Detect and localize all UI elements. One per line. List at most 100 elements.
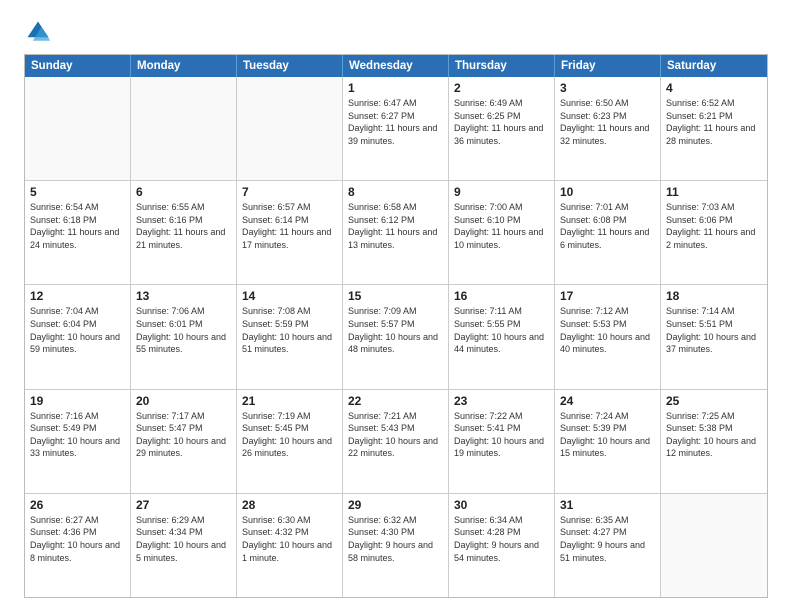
day-number: 9 (454, 185, 549, 199)
empty-cell (25, 77, 131, 180)
page: SundayMondayTuesdayWednesdayThursdayFrid… (0, 0, 792, 612)
day-info: Sunrise: 6:29 AM Sunset: 4:34 PM Dayligh… (136, 514, 231, 564)
day-number: 26 (30, 498, 125, 512)
day-info: Sunrise: 7:04 AM Sunset: 6:04 PM Dayligh… (30, 305, 125, 355)
day-info: Sunrise: 7:12 AM Sunset: 5:53 PM Dayligh… (560, 305, 655, 355)
logo (24, 18, 56, 46)
calendar-week-1: 1Sunrise: 6:47 AM Sunset: 6:27 PM Daylig… (25, 77, 767, 181)
day-number: 29 (348, 498, 443, 512)
day-info: Sunrise: 6:30 AM Sunset: 4:32 PM Dayligh… (242, 514, 337, 564)
day-info: Sunrise: 6:32 AM Sunset: 4:30 PM Dayligh… (348, 514, 443, 564)
day-cell-20: 20 Sunrise: 7:17 AM Sunset: 5:47 PM Dayli… (131, 390, 237, 493)
day-info: Sunrise: 7:00 AM Sunset: 6:10 PM Dayligh… (454, 201, 549, 251)
day-info: Sunrise: 7:25 AM Sunset: 5:38 PM Dayligh… (666, 410, 762, 460)
day-info: Sunrise: 7:01 AM Sunset: 6:08 PM Dayligh… (560, 201, 655, 251)
day-info: Sunrise: 6:58 AM Sunset: 6:12 PM Dayligh… (348, 201, 443, 251)
day-info: Sunrise: 7:19 AM Sunset: 5:45 PM Dayligh… (242, 410, 337, 460)
day-number: 30 (454, 498, 549, 512)
calendar-week-4: 19Sunrise: 7:16 AM Sunset: 5:49 PM Dayli… (25, 390, 767, 494)
day-cell-7: 7 Sunrise: 6:57 AM Sunset: 6:14 PM Daylig… (237, 181, 343, 284)
day-number: 18 (666, 289, 762, 303)
day-cell-6: 6 Sunrise: 6:55 AM Sunset: 6:16 PM Daylig… (131, 181, 237, 284)
calendar-body: 1Sunrise: 6:47 AM Sunset: 6:27 PM Daylig… (25, 77, 767, 597)
header-cell-sunday: Sunday (25, 55, 131, 77)
day-info: Sunrise: 6:52 AM Sunset: 6:21 PM Dayligh… (666, 97, 762, 147)
day-info: Sunrise: 7:08 AM Sunset: 5:59 PM Dayligh… (242, 305, 337, 355)
day-cell-19: 19Sunrise: 7:16 AM Sunset: 5:49 PM Dayli… (25, 390, 131, 493)
day-info: Sunrise: 7:17 AM Sunset: 5:47 PM Dayligh… (136, 410, 231, 460)
day-number: 15 (348, 289, 443, 303)
header-cell-wednesday: Wednesday (343, 55, 449, 77)
day-info: Sunrise: 6:54 AM Sunset: 6:18 PM Dayligh… (30, 201, 125, 251)
day-cell-26: 26Sunrise: 6:27 AM Sunset: 4:36 PM Dayli… (25, 494, 131, 597)
day-info: Sunrise: 7:11 AM Sunset: 5:55 PM Dayligh… (454, 305, 549, 355)
day-info: Sunrise: 6:49 AM Sunset: 6:25 PM Dayligh… (454, 97, 549, 147)
day-cell-24: 24 Sunrise: 7:24 AM Sunset: 5:39 PM Dayli… (555, 390, 661, 493)
day-number: 22 (348, 394, 443, 408)
day-number: 28 (242, 498, 337, 512)
calendar-header: SundayMondayTuesdayWednesdayThursdayFrid… (25, 55, 767, 77)
day-cell-17: 17Sunrise: 7:12 AM Sunset: 5:53 PM Dayli… (555, 285, 661, 388)
header-cell-monday: Monday (131, 55, 237, 77)
day-cell-13: 13 Sunrise: 7:06 AM Sunset: 6:01 PM Dayli… (131, 285, 237, 388)
day-cell-27: 27 Sunrise: 6:29 AM Sunset: 4:34 PM Dayli… (131, 494, 237, 597)
day-number: 7 (242, 185, 337, 199)
header-cell-friday: Friday (555, 55, 661, 77)
calendar-week-2: 5 Sunrise: 6:54 AM Sunset: 6:18 PM Daylig… (25, 181, 767, 285)
day-number: 23 (454, 394, 549, 408)
day-info: Sunrise: 6:34 AM Sunset: 4:28 PM Dayligh… (454, 514, 549, 564)
empty-cell (661, 494, 767, 597)
day-number: 10 (560, 185, 655, 199)
day-info: Sunrise: 6:35 AM Sunset: 4:27 PM Dayligh… (560, 514, 655, 564)
day-number: 16 (454, 289, 549, 303)
day-cell-10: 10 Sunrise: 7:01 AM Sunset: 6:08 PM Dayli… (555, 181, 661, 284)
day-cell-14: 14 Sunrise: 7:08 AM Sunset: 5:59 PM Dayli… (237, 285, 343, 388)
day-number: 24 (560, 394, 655, 408)
day-info: Sunrise: 7:06 AM Sunset: 6:01 PM Dayligh… (136, 305, 231, 355)
day-info: Sunrise: 6:57 AM Sunset: 6:14 PM Dayligh… (242, 201, 337, 251)
day-number: 13 (136, 289, 231, 303)
day-number: 25 (666, 394, 762, 408)
empty-cell (237, 77, 343, 180)
day-number: 6 (136, 185, 231, 199)
day-cell-29: 29 Sunrise: 6:32 AM Sunset: 4:30 PM Dayli… (343, 494, 449, 597)
day-cell-9: 9 Sunrise: 7:00 AM Sunset: 6:10 PM Daylig… (449, 181, 555, 284)
day-info: Sunrise: 6:50 AM Sunset: 6:23 PM Dayligh… (560, 97, 655, 147)
day-cell-11: 11Sunrise: 7:03 AM Sunset: 6:06 PM Dayli… (661, 181, 767, 284)
day-cell-28: 28 Sunrise: 6:30 AM Sunset: 4:32 PM Dayli… (237, 494, 343, 597)
day-number: 12 (30, 289, 125, 303)
header-cell-tuesday: Tuesday (237, 55, 343, 77)
day-cell-21: 21 Sunrise: 7:19 AM Sunset: 5:45 PM Dayli… (237, 390, 343, 493)
day-number: 1 (348, 81, 443, 95)
day-info: Sunrise: 7:09 AM Sunset: 5:57 PM Dayligh… (348, 305, 443, 355)
day-cell-31: 31Sunrise: 6:35 AM Sunset: 4:27 PM Dayli… (555, 494, 661, 597)
day-info: Sunrise: 6:55 AM Sunset: 6:16 PM Dayligh… (136, 201, 231, 251)
day-cell-12: 12 Sunrise: 7:04 AM Sunset: 6:04 PM Dayli… (25, 285, 131, 388)
day-number: 8 (348, 185, 443, 199)
day-number: 5 (30, 185, 125, 199)
day-info: Sunrise: 7:22 AM Sunset: 5:41 PM Dayligh… (454, 410, 549, 460)
day-cell-18: 18 Sunrise: 7:14 AM Sunset: 5:51 PM Dayli… (661, 285, 767, 388)
day-cell-2: 2 Sunrise: 6:49 AM Sunset: 6:25 PM Daylig… (449, 77, 555, 180)
day-info: Sunrise: 7:14 AM Sunset: 5:51 PM Dayligh… (666, 305, 762, 355)
day-cell-3: 3 Sunrise: 6:50 AM Sunset: 6:23 PM Daylig… (555, 77, 661, 180)
day-number: 20 (136, 394, 231, 408)
calendar-week-5: 26Sunrise: 6:27 AM Sunset: 4:36 PM Dayli… (25, 494, 767, 597)
day-info: Sunrise: 7:16 AM Sunset: 5:49 PM Dayligh… (30, 410, 125, 460)
day-number: 27 (136, 498, 231, 512)
day-number: 2 (454, 81, 549, 95)
day-number: 3 (560, 81, 655, 95)
day-number: 14 (242, 289, 337, 303)
day-info: Sunrise: 7:21 AM Sunset: 5:43 PM Dayligh… (348, 410, 443, 460)
header-cell-saturday: Saturday (661, 55, 767, 77)
calendar-week-3: 12 Sunrise: 7:04 AM Sunset: 6:04 PM Dayli… (25, 285, 767, 389)
day-info: Sunrise: 7:24 AM Sunset: 5:39 PM Dayligh… (560, 410, 655, 460)
day-cell-22: 22 Sunrise: 7:21 AM Sunset: 5:43 PM Dayli… (343, 390, 449, 493)
day-cell-16: 16 Sunrise: 7:11 AM Sunset: 5:55 PM Dayli… (449, 285, 555, 388)
day-number: 21 (242, 394, 337, 408)
logo-icon (24, 18, 52, 46)
day-cell-25: 25 Sunrise: 7:25 AM Sunset: 5:38 PM Dayli… (661, 390, 767, 493)
day-number: 11 (666, 185, 762, 199)
day-number: 4 (666, 81, 762, 95)
day-cell-8: 8 Sunrise: 6:58 AM Sunset: 6:12 PM Daylig… (343, 181, 449, 284)
